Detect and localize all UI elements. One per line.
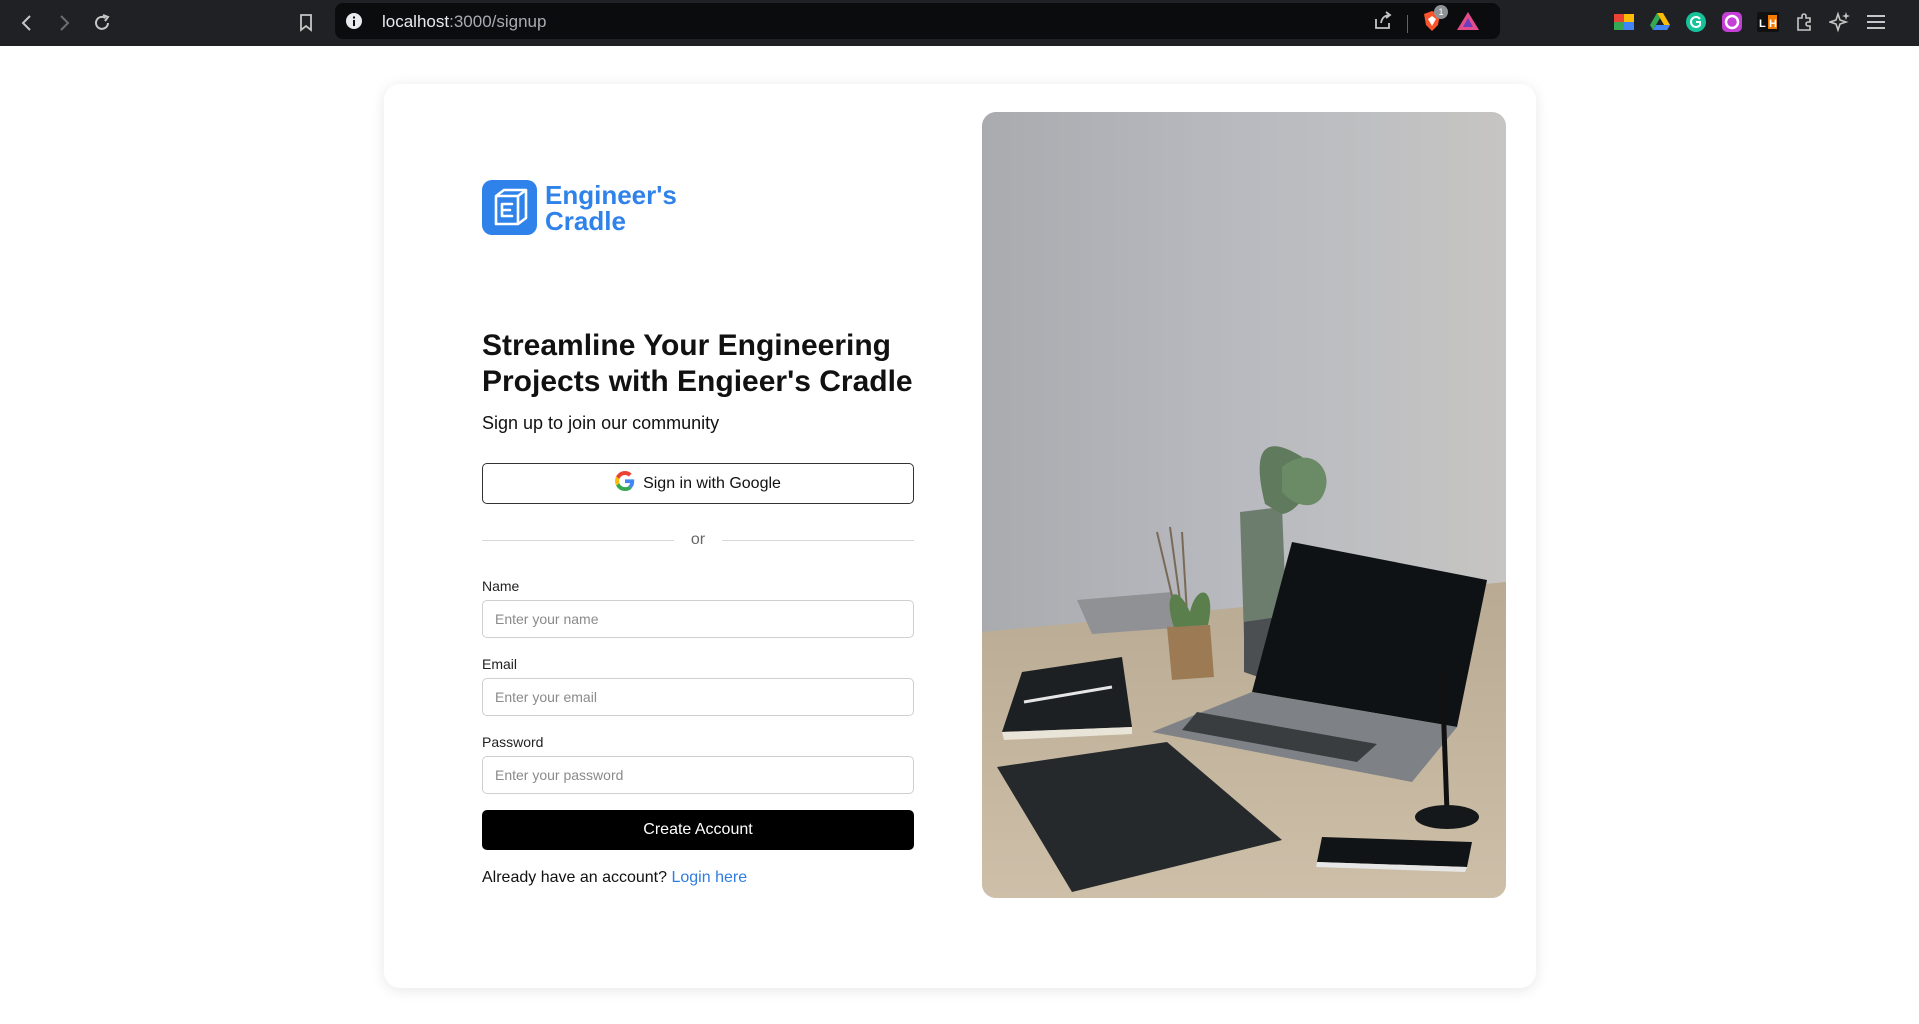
brand-logo[interactable]: Engineer's Cradle	[482, 180, 677, 235]
login-prompt: Already have an account? Login here	[482, 869, 747, 887]
share-icon[interactable]	[1373, 11, 1393, 36]
reload-icon[interactable]	[87, 8, 117, 38]
cube-logo-icon	[482, 180, 537, 235]
menu-icon[interactable]	[1864, 10, 1888, 34]
brave-rewards-icon[interactable]	[1456, 11, 1480, 36]
circle-ext-icon[interactable]	[1720, 10, 1744, 34]
extensions-bar: LH	[1612, 10, 1888, 34]
email-input[interactable]	[482, 678, 914, 716]
login-link[interactable]: Login here	[671, 869, 747, 886]
google-signin-button[interactable]: Sign in with Google	[482, 463, 914, 504]
color-ext-icon[interactable]	[1612, 10, 1636, 34]
email-label: Email	[482, 656, 518, 672]
brand-name-line2: Cradle	[545, 205, 626, 236]
url-text: localhost:3000/signup	[382, 12, 547, 31]
divider-line-right	[722, 540, 914, 541]
or-divider: or	[482, 529, 914, 551]
password-label: Password	[482, 734, 544, 750]
back-icon[interactable]	[12, 8, 42, 38]
brave-shield-icon[interactable]: 1	[1422, 5, 1448, 37]
google-signin-label: Sign in with Google	[643, 474, 781, 492]
brand-name: Engineer's Cradle	[545, 182, 677, 234]
shield-count-badge: 1	[1434, 5, 1448, 19]
address-bar[interactable]: localhost:3000/signup 1	[335, 3, 1500, 39]
svg-text:L: L	[1759, 18, 1766, 30]
toolbar-separator	[1407, 14, 1408, 33]
workspace-photo	[982, 112, 1506, 898]
svg-text:H: H	[1769, 18, 1777, 30]
google-drive-icon[interactable]	[1648, 10, 1672, 34]
page-subheadline: Sign up to join our community	[482, 413, 720, 433]
forward-icon[interactable]	[49, 8, 79, 38]
bookmark-icon[interactable]	[291, 8, 321, 38]
google-g-icon	[615, 471, 635, 496]
browser-toolbar: localhost:3000/signup 1 L H	[0, 0, 1919, 46]
name-label: Name	[482, 578, 520, 594]
page-headline: Streamline Your Engineering Projects wit…	[482, 329, 913, 398]
puzzle-extensions-icon[interactable]	[1792, 10, 1816, 34]
sparkle-icon[interactable]	[1828, 10, 1852, 34]
grammarly-icon[interactable]	[1684, 10, 1708, 34]
brand-name-line1: Engineer's	[545, 179, 677, 210]
create-account-button[interactable]: Create Account	[482, 810, 914, 850]
name-input[interactable]	[482, 600, 914, 638]
login-prompt-text: Already have an account?	[482, 869, 668, 886]
site-info-icon[interactable]	[345, 12, 363, 35]
lh-ext-icon[interactable]: LH	[1756, 10, 1780, 34]
password-input[interactable]	[482, 756, 914, 794]
